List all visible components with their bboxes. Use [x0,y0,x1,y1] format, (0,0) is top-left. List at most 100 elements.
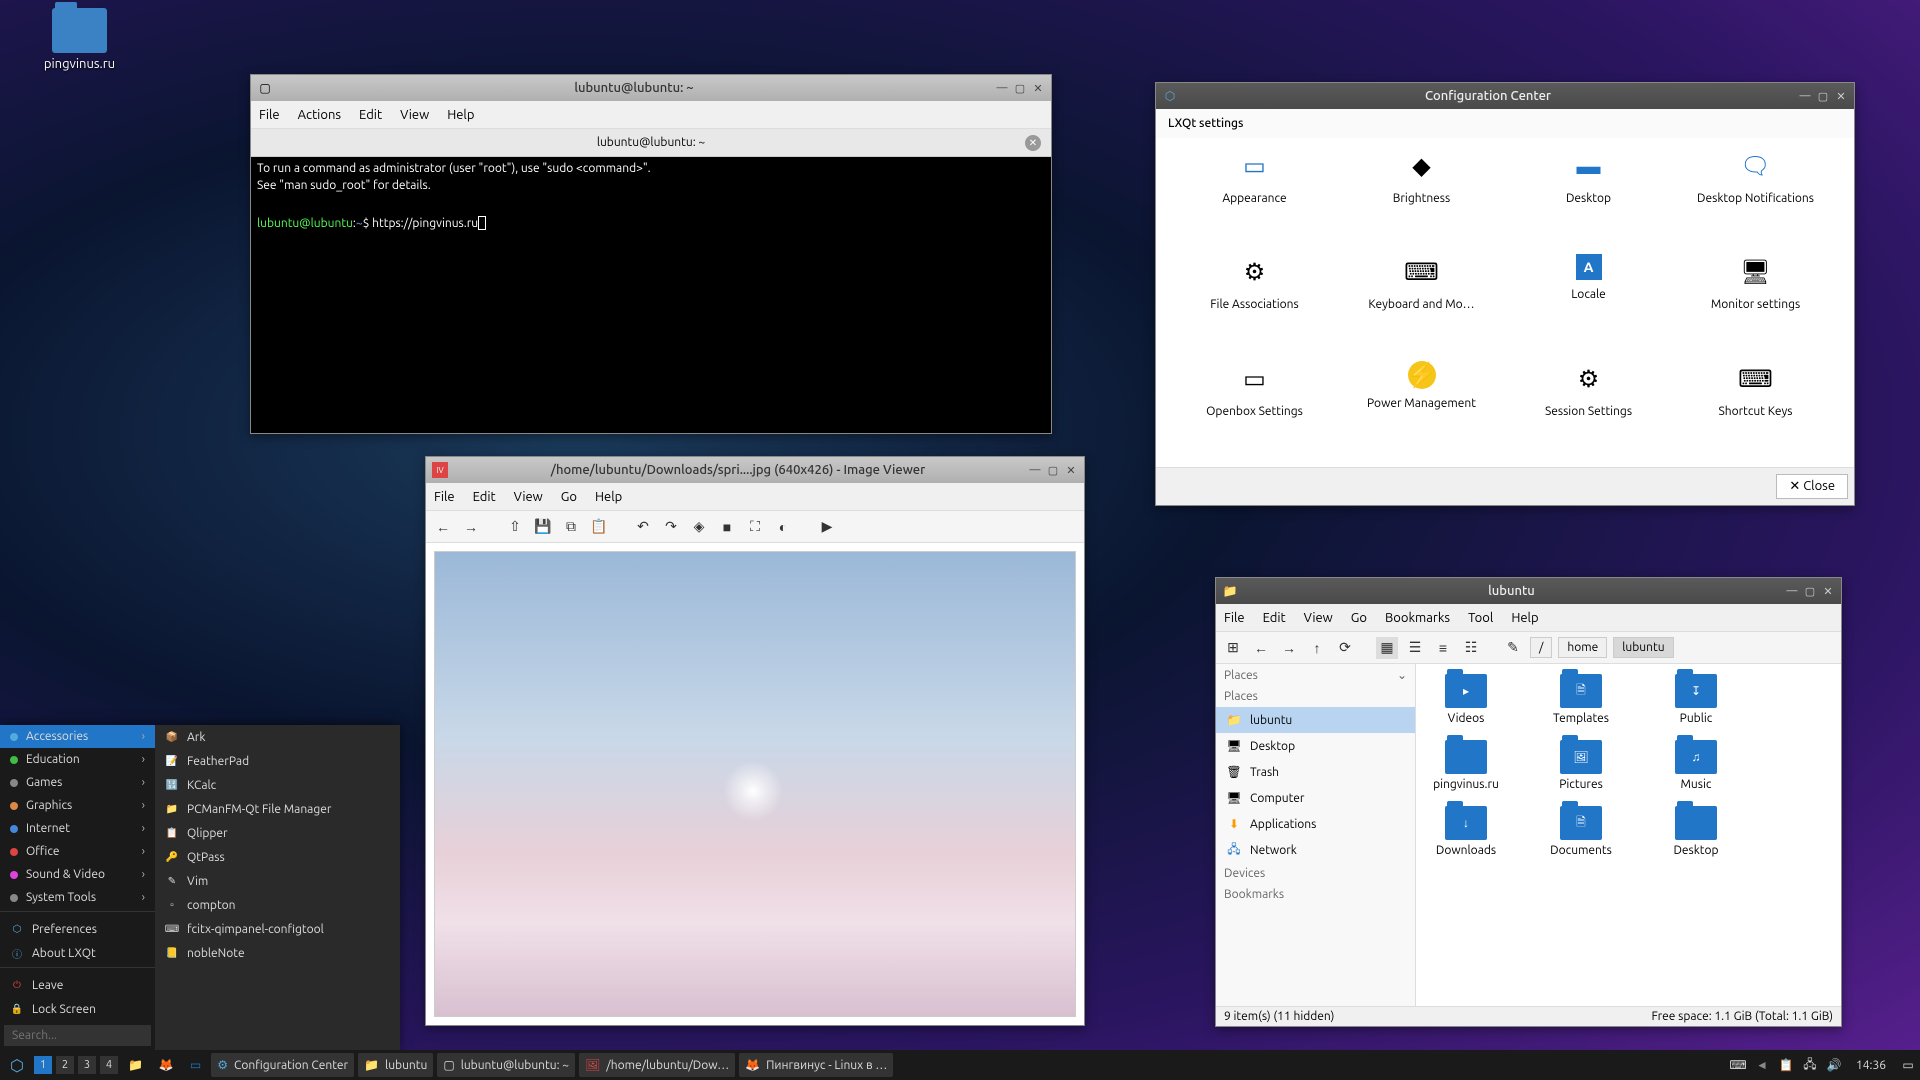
menu-go[interactable]: Go [561,490,577,504]
imageviewer-titlebar[interactable]: IV /home/lubuntu/Downloads/spri....jpg (… [426,457,1084,483]
workspace-4[interactable]: 4 [100,1056,118,1074]
close-button[interactable]: ✕ [1834,89,1848,103]
filemanager-titlebar[interactable]: 📁 lubuntu — ▢ ✕ [1216,578,1841,604]
maximize-button[interactable]: ▢ [1803,584,1817,598]
zoom-fit-icon[interactable]: ◈ [688,516,710,538]
file-item[interactable]: Desktop [1656,806,1736,857]
zoom-original-icon[interactable]: ■ [716,516,738,538]
appmenu-app[interactable]: 📦Ark [155,725,400,749]
taskbar-task[interactable]: 🖼/home/lubuntu/Dow… [579,1053,735,1077]
save-icon[interactable]: 💾 [532,516,554,538]
appmenu-app[interactable]: 🔑QtPass [155,845,400,869]
close-button[interactable]: ✕ [1064,463,1078,477]
sidebar-item-computer[interactable]: 🖥Computer [1216,785,1415,811]
appmenu-category[interactable]: Education› [0,748,155,771]
taskbar-task[interactable]: ▢lubuntu@lubuntu: ~ [437,1053,575,1077]
config-item-desktop[interactable]: ▬Desktop [1510,148,1667,244]
config-item-file-assoc[interactable]: ⚙File Associations [1176,254,1333,350]
back-button[interactable]: ← [432,516,454,538]
start-button[interactable]: ⬡ [4,1053,30,1077]
tray-clipboard-icon[interactable]: 📋 [1778,1057,1794,1073]
discover-launcher[interactable]: ▭ [184,1053,207,1077]
path-root[interactable]: / [1530,637,1552,658]
config-titlebar[interactable]: ⬡ Configuration Center — ▢ ✕ [1156,83,1854,109]
file-item[interactable]: ♫Music [1656,740,1736,791]
workspace-1[interactable]: 1 [34,1056,52,1074]
appmenu-category[interactable]: Games› [0,771,155,794]
file-item[interactable]: 🗎Templates [1541,674,1621,725]
tray-network-icon[interactable]: 🖧 [1802,1057,1818,1073]
appmenu-leave[interactable]: ⏻Leave [0,973,155,997]
menu-view[interactable]: View [400,108,429,122]
menu-bookmarks[interactable]: Bookmarks [1385,611,1450,625]
terminal-tab-close-icon[interactable]: ✕ [1025,135,1041,151]
config-item-brightness[interactable]: ◆Brightness [1343,148,1500,244]
tray-updates-icon[interactable]: ◄ [1754,1057,1770,1073]
menu-tool[interactable]: Tool [1468,611,1493,625]
new-tab-icon[interactable]: ⊞ [1222,637,1244,659]
menu-edit[interactable]: Edit [473,490,496,504]
config-item-notifications[interactable]: 🗨Desktop Notifications [1677,148,1834,244]
upload-icon[interactable]: ⇧ [504,516,526,538]
minimize-button[interactable]: — [1785,584,1799,598]
close-button[interactable]: ✕ [1821,584,1835,598]
menu-help[interactable]: Help [595,490,622,504]
appmenu-category[interactable]: Graphics› [0,794,155,817]
path-home[interactable]: home [1558,637,1607,658]
view-compact-icon[interactable]: ≡ [1432,637,1454,659]
appmenu-app[interactable]: 📒nobleNote [155,941,400,965]
filemanager-launcher[interactable]: 📁 [122,1053,149,1077]
maximize-button[interactable]: ▢ [1816,89,1830,103]
menu-file[interactable]: File [434,490,455,504]
back-button[interactable]: ← [1250,637,1272,659]
sidebar-item-home[interactable]: 📁lubuntu [1216,707,1415,733]
menu-view[interactable]: View [1304,611,1333,625]
appmenu-category[interactable]: Office› [0,840,155,863]
appmenu-app[interactable]: 📝FeatherPad [155,749,400,773]
file-item[interactable]: ▸Videos [1426,674,1506,725]
menu-file[interactable]: File [259,108,280,122]
appmenu-app[interactable]: 📁PCManFM-Qt File Manager [155,797,400,821]
file-item[interactable]: 🖼Pictures [1541,740,1621,791]
play-icon[interactable]: ▶ [816,516,838,538]
forward-button[interactable]: → [460,516,482,538]
rotate-left-icon[interactable]: ↶ [632,516,654,538]
tray-keyboard-icon[interactable]: ⌨ [1730,1057,1746,1073]
paste-icon[interactable]: 📋 [588,516,610,538]
close-button[interactable]: ✕ [1031,81,1045,95]
appmenu-about[interactable]: ⓘAbout LXQt [0,941,155,965]
rotate-right-icon[interactable]: ↷ [660,516,682,538]
terminal-body[interactable]: To run a command as administrator (user … [251,157,1051,433]
appmenu-lock[interactable]: 🔒Lock Screen [0,997,155,1021]
appmenu-app[interactable]: ▫compton [155,893,400,917]
config-item-power[interactable]: ⚡Power Management [1343,361,1500,457]
sidebar-dropdown[interactable]: Places⌄ [1216,664,1415,686]
config-item-shortcuts[interactable]: ⌨Shortcut Keys [1677,361,1834,457]
forward-button[interactable]: → [1278,637,1300,659]
close-button[interactable]: ✕ Close [1776,474,1848,499]
minimize-button[interactable]: — [1028,463,1042,477]
file-item[interactable]: ↧Public [1656,674,1736,725]
firefox-launcher[interactable]: 🦊 [153,1053,180,1077]
menu-actions[interactable]: Actions [298,108,341,122]
sidebar-item-trash[interactable]: 🗑Trash [1216,759,1415,785]
flip-icon[interactable]: ◐ [772,516,794,538]
tray-volume-icon[interactable]: 🔊 [1826,1057,1842,1073]
maximize-button[interactable]: ▢ [1046,463,1060,477]
filemanager-content[interactable]: ▸Videos🗎Templates↧Publicpingvinus.ru🖼Pic… [1416,664,1841,1006]
config-item-keyboard[interactable]: ⌨Keyboard and Mo… [1343,254,1500,350]
search-input[interactable] [4,1025,151,1046]
taskbar-clock[interactable]: 14:36 [1850,1053,1892,1077]
show-desktop-icon[interactable]: ▭ [1900,1057,1916,1073]
view-detail-icon[interactable]: ☷ [1460,637,1482,659]
file-item[interactable]: 🗎Documents [1541,806,1621,857]
appmenu-app[interactable]: ⌨fcitx-qimpanel-configtool [155,917,400,941]
appmenu-preferences[interactable]: ⬡Preferences [0,917,155,941]
taskbar-task[interactable]: 🦊Пингвинус - Linux в … [739,1053,893,1077]
path-edit-icon[interactable]: ✎ [1502,637,1524,659]
maximize-button[interactable]: ▢ [1013,81,1027,95]
terminal-tab[interactable]: lubuntu@lubuntu: ~ ✕ [251,129,1051,157]
sidebar-item-applications[interactable]: ⬇Applications [1216,811,1415,837]
path-current[interactable]: lubuntu [1613,637,1673,658]
appmenu-app[interactable]: 📋Qlipper [155,821,400,845]
